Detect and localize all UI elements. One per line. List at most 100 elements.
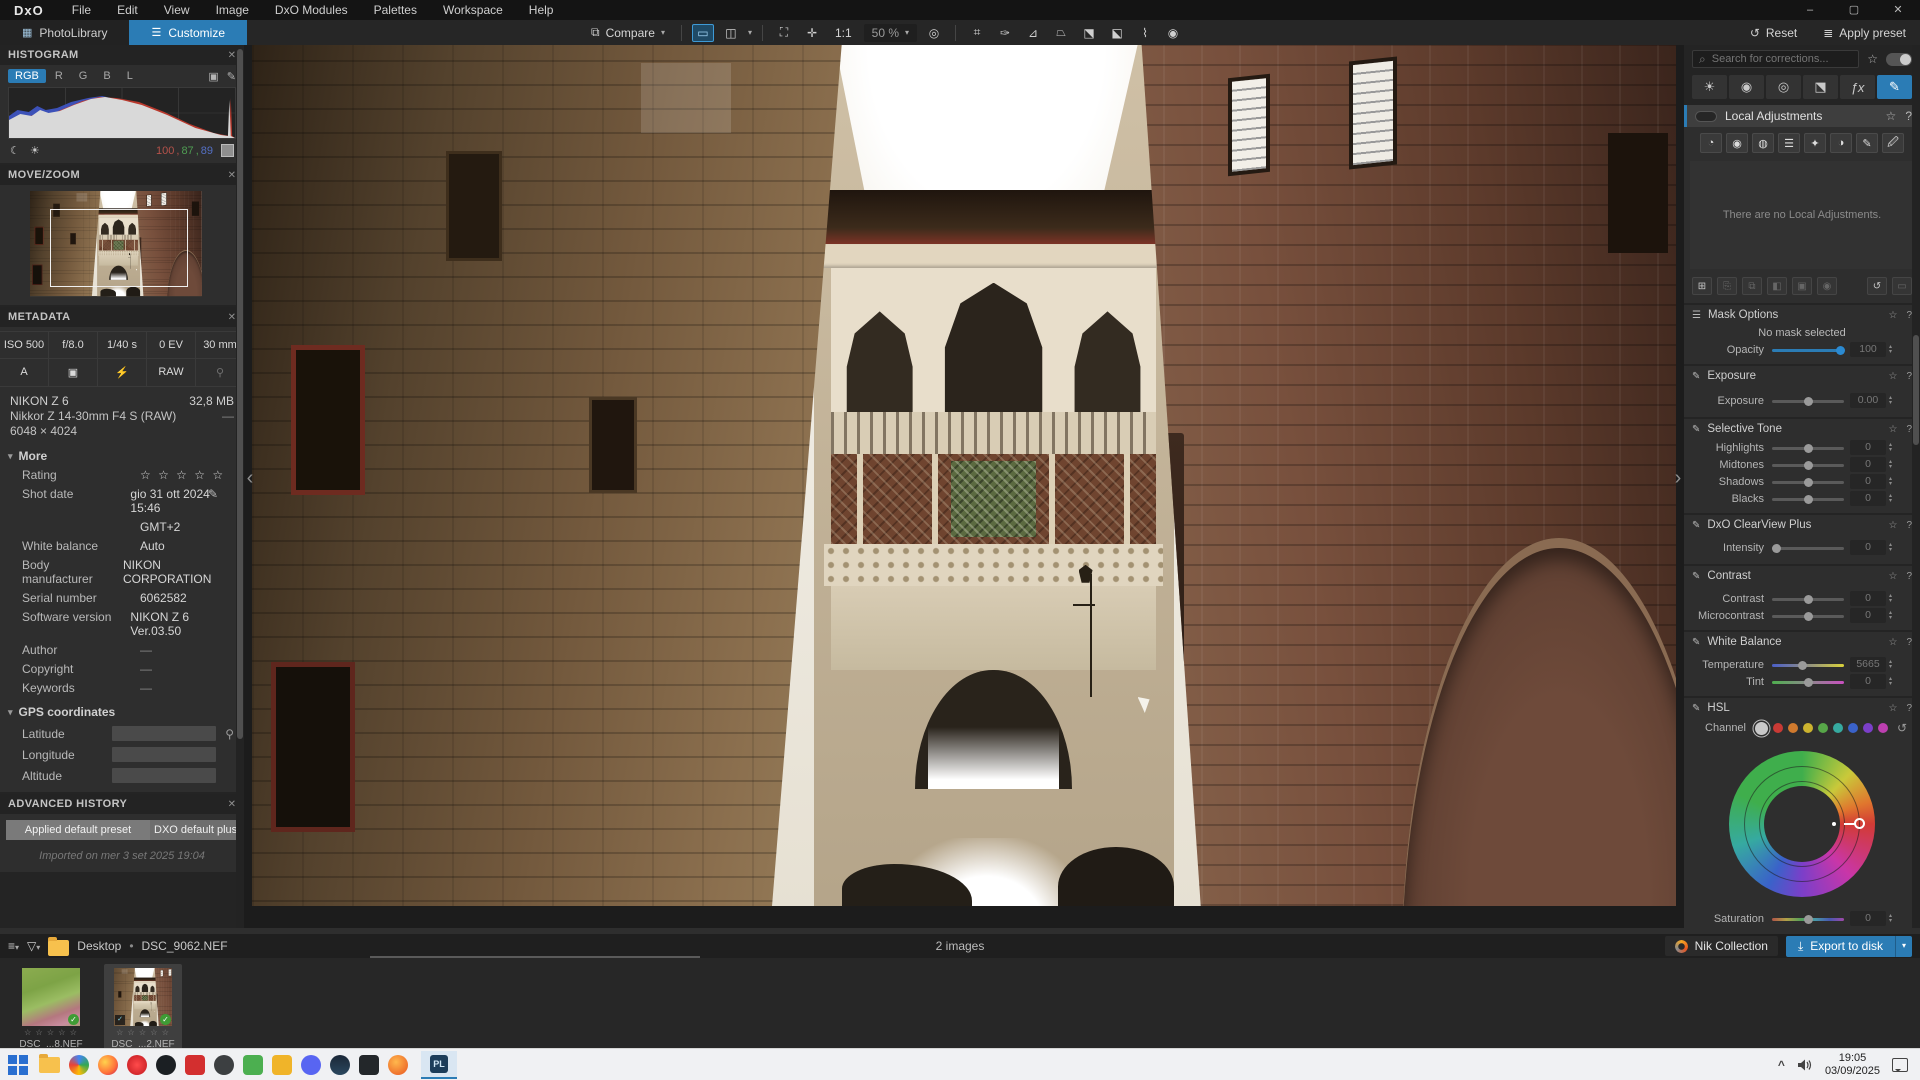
zoom-level-dropdown[interactable]: 50 % ▾ xyxy=(864,24,917,42)
crop-tool-button[interactable]: ⌗ xyxy=(966,24,988,42)
temperature-slider[interactable] xyxy=(1772,659,1844,671)
minimize-button[interactable]: – xyxy=(1788,0,1832,20)
menu-dxo-modules[interactable]: DxO Modules xyxy=(263,0,360,20)
filter-local-adjustments-button[interactable]: ✎ xyxy=(1877,75,1912,99)
hsl-color-wheel[interactable] xyxy=(1684,738,1920,910)
help-icon[interactable]: ? xyxy=(1905,109,1912,123)
taskbar-app-icon[interactable] xyxy=(359,1055,379,1075)
taskbar-github-icon[interactable] xyxy=(156,1055,176,1075)
latitude-field[interactable] xyxy=(112,726,216,741)
menu-edit[interactable]: Edit xyxy=(105,0,150,20)
highlights-slider[interactable] xyxy=(1772,442,1844,454)
collapse-left-panel-icon[interactable]: ‹ xyxy=(244,467,256,490)
midtones-slider[interactable] xyxy=(1772,459,1844,471)
search-box[interactable]: ⌕ xyxy=(1692,50,1859,68)
image-canvas[interactable]: ‹ › xyxy=(244,45,1684,928)
speaker-icon[interactable] xyxy=(1797,1058,1813,1072)
breadcrumb-folder[interactable]: Desktop xyxy=(77,939,121,953)
hsl-reset-icon[interactable]: ↺ xyxy=(1897,721,1907,735)
right-panel-scrollbar[interactable] xyxy=(1912,45,1920,928)
filter-funnel-icon[interactable]: ▽▾ xyxy=(27,939,40,953)
single-view-button[interactable]: ▭ xyxy=(692,24,714,42)
menu-palettes[interactable]: Palettes xyxy=(362,0,429,20)
highlight-clipping-icon[interactable]: ☀ xyxy=(30,144,40,157)
copy-mask-button[interactable]: ⧉ xyxy=(1742,277,1762,295)
star-icon[interactable]: ☆ xyxy=(1888,520,1897,531)
reset-local-button[interactable]: ↺ xyxy=(1867,277,1887,295)
start-button[interactable] xyxy=(6,1053,30,1077)
graduated-filter-tool[interactable]: ☰ xyxy=(1778,133,1800,153)
longitude-field[interactable] xyxy=(112,747,216,762)
menu-workspace[interactable]: Workspace xyxy=(431,0,515,20)
eraser-tool[interactable]: 🖉 xyxy=(1882,133,1904,153)
taskbar-photolab-active[interactable]: PL xyxy=(421,1051,457,1079)
notification-center-icon[interactable] xyxy=(1892,1058,1908,1072)
shadow-clipping-icon[interactable]: ☾ xyxy=(10,144,20,157)
apply-preset-button[interactable]: ≣ Apply preset xyxy=(1817,24,1912,42)
contrast-slider[interactable] xyxy=(1772,593,1844,605)
filter-light-button[interactable]: ☀ xyxy=(1692,75,1727,99)
saturation-value[interactable]: 0 xyxy=(1850,911,1886,926)
monitor-icon[interactable]: ▣ xyxy=(208,70,218,83)
compare-button[interactable]: ⧉ Compare ▾ xyxy=(585,23,671,42)
perspective-8points-button[interactable]: ⬕ xyxy=(1106,24,1128,42)
microcontrast-value[interactable]: 0 xyxy=(1850,608,1886,623)
channel-cyan[interactable] xyxy=(1833,723,1843,733)
menu-view[interactable]: View xyxy=(152,0,202,20)
channel-tab-b[interactable]: B xyxy=(96,69,117,83)
saturation-slider[interactable] xyxy=(1772,913,1844,925)
collapse-right-panel-icon[interactable]: › xyxy=(1672,467,1684,490)
channel-tab-rgb[interactable]: RGB xyxy=(8,69,46,83)
menu-help[interactable]: Help xyxy=(517,0,566,20)
shadows-slider[interactable] xyxy=(1772,476,1844,488)
temperature-value[interactable]: 5665 xyxy=(1850,657,1886,672)
softproof-icon[interactable]: ✎ xyxy=(227,70,236,83)
taskbar-explorer-icon[interactable] xyxy=(39,1057,60,1073)
repair-tool-button[interactable]: ⌇ xyxy=(1134,24,1156,42)
filter-geometry-button[interactable]: ⬔ xyxy=(1803,75,1838,99)
perspective-rectangle-button[interactable]: ⬔ xyxy=(1078,24,1100,42)
breadcrumb-file[interactable]: DSC_9062.NEF xyxy=(142,939,228,953)
taskbar-app-icon[interactable] xyxy=(185,1055,205,1075)
channel-purple[interactable] xyxy=(1863,723,1873,733)
intensity-slider[interactable] xyxy=(1772,542,1844,554)
auto-mask-tool[interactable]: ◔ xyxy=(1700,133,1722,153)
menu-image[interactable]: Image xyxy=(204,0,261,20)
brush-tool[interactable]: ✎ xyxy=(1856,133,1878,153)
star-icon[interactable]: ☆ xyxy=(1888,703,1897,714)
intensity-value[interactable]: 0 xyxy=(1850,540,1886,555)
control-line-tool[interactable]: ◍ xyxy=(1752,133,1774,153)
opacity-value[interactable]: 100 xyxy=(1850,342,1886,357)
hidden-icons-chevron[interactable]: ^ xyxy=(1778,1058,1785,1072)
microcontrast-slider[interactable] xyxy=(1772,610,1844,622)
hue-handle[interactable] xyxy=(1854,818,1865,829)
export-to-disk-button[interactable]: ⤓ Export to disk xyxy=(1786,936,1895,957)
channel-tab-r[interactable]: R xyxy=(48,69,70,83)
thumbnail-2[interactable]: ✓ ✓ ☆ ☆ ☆ ☆ ☆ DSC_...2.NEF xyxy=(104,964,182,1054)
taskbar-app-icon[interactable] xyxy=(243,1055,263,1075)
tint-value[interactable]: 0 xyxy=(1850,674,1886,689)
blacks-slider[interactable] xyxy=(1772,493,1844,505)
reset-button[interactable]: ↺ Reset xyxy=(1744,24,1803,42)
channel-tab-g[interactable]: G xyxy=(72,69,95,83)
edit-date-icon[interactable]: ✎ xyxy=(208,487,218,501)
filter-fx-button[interactable]: ƒx xyxy=(1840,75,1875,99)
blacks-value[interactable]: 0 xyxy=(1850,491,1886,506)
taskbar-opera-icon[interactable] xyxy=(127,1055,147,1075)
channel-red[interactable] xyxy=(1773,723,1783,733)
tab-customize[interactable]: ☰ Customize xyxy=(129,20,247,45)
delete-mask-button[interactable]: ▭ xyxy=(1892,277,1912,295)
taskbar-app-icon[interactable] xyxy=(214,1055,234,1075)
channel-green[interactable] xyxy=(1818,723,1828,733)
horizon-tool-button[interactable]: ⊿ xyxy=(1022,24,1044,42)
fit-screen-button[interactable]: ⛶ xyxy=(773,24,795,42)
toggle-mask-visibility-button[interactable]: ◉ xyxy=(1817,277,1837,295)
maximize-button[interactable]: ▢ xyxy=(1832,0,1876,20)
tab-photolibrary[interactable]: ▦ PhotoLibrary xyxy=(0,20,129,45)
star-icon[interactable]: ☆ xyxy=(1888,424,1897,435)
close-button[interactable]: ✕ xyxy=(1876,0,1920,20)
zoom-1-1-button[interactable]: 1:1 xyxy=(829,24,858,42)
wb-picker-button[interactable]: ✑ xyxy=(994,24,1016,42)
luminosity-mask-tool[interactable]: ✦ xyxy=(1804,133,1826,153)
filter-detail-button[interactable]: ◎ xyxy=(1766,75,1801,99)
